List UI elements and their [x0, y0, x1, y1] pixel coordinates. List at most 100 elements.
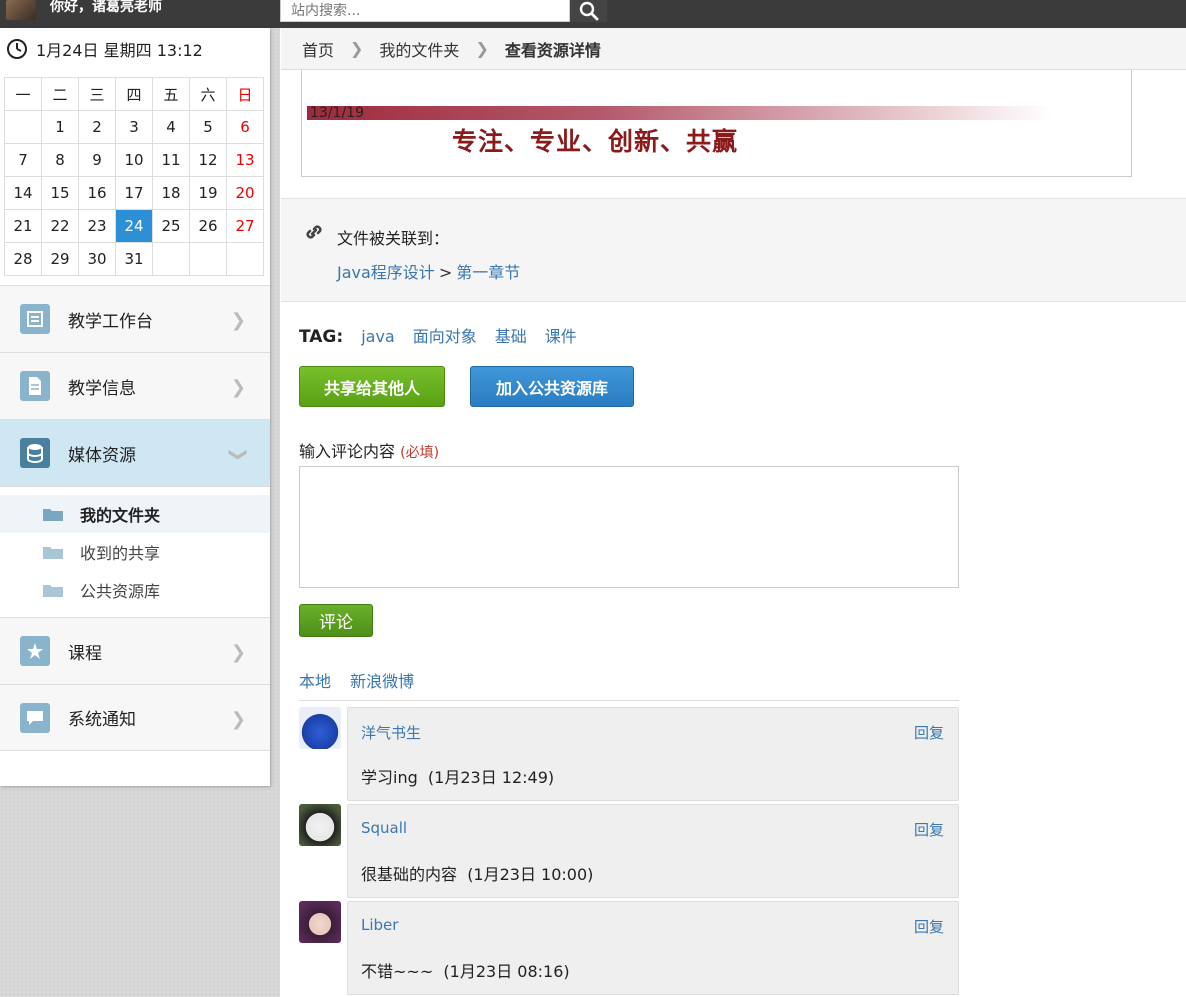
submenu-item-label: 我的文件夹	[80, 506, 161, 525]
breadcrumb: 首页 ❯ 我的文件夹 ❯ 查看资源详情	[281, 28, 1186, 70]
submenu-item-my-folder[interactable]: 我的文件夹	[0, 495, 270, 533]
avatar[interactable]	[299, 707, 341, 749]
sidebar-item-workbench[interactable]: 教学工作台 ❯	[0, 285, 270, 352]
comment-label: 输入评论内容 (必填)	[299, 438, 439, 462]
add-to-public-library-button[interactable]: 加入公共资源库	[470, 366, 634, 407]
reply-link[interactable]: 回复	[914, 916, 944, 937]
calendar-day[interactable]: 20	[226, 176, 264, 210]
share-button[interactable]: 共享给其他人	[299, 366, 445, 407]
avatar[interactable]	[299, 804, 341, 846]
required-marker: (必填)	[400, 445, 440, 461]
sidebar-item-label: 媒体资源	[68, 445, 136, 466]
sidebar-item-teaching-info[interactable]: 教学信息 ❯	[0, 352, 270, 419]
calendar-day[interactable]: 21	[4, 209, 42, 243]
comment-label-text: 输入评论内容	[299, 442, 396, 461]
calendar-day[interactable]: 6	[226, 110, 264, 144]
calendar-day[interactable]: 30	[78, 242, 116, 276]
tab-local[interactable]: 本地	[299, 672, 331, 691]
media-submenu: 我的文件夹 收到的共享 公共资源库	[0, 486, 270, 617]
user-avatar[interactable]	[6, 0, 36, 20]
sidebar-item-notifications[interactable]: 系统通知 ❯	[0, 684, 270, 751]
document-icon	[20, 371, 50, 401]
reply-link[interactable]: 回复	[914, 722, 944, 743]
calendar-day[interactable]: 23	[78, 209, 116, 243]
association-label: 文件被关联到：	[337, 229, 450, 248]
calendar-day[interactable]: 5	[189, 110, 227, 144]
folder-icon	[43, 509, 63, 521]
calendar-day[interactable]: 2	[78, 110, 116, 144]
calendar-day[interactable]: 26	[189, 209, 227, 243]
association-chapter-link[interactable]: 第一章节	[456, 263, 520, 282]
calendar-day[interactable]: 8	[41, 143, 79, 177]
calendar-day[interactable]: 25	[152, 209, 190, 243]
submenu-item-received-shares[interactable]: 收到的共享	[0, 533, 270, 571]
greeting-text: 你好，诸葛亮老师	[50, 0, 162, 15]
sidebar-item-course[interactable]: 课程 ❯	[0, 617, 270, 684]
sidebar-item-label: 系统通知	[68, 710, 136, 730]
top-bar: 你好，诸葛亮老师	[0, 0, 1186, 28]
calendar-day[interactable]: 13	[226, 143, 264, 177]
calendar-day[interactable]: 4	[152, 110, 190, 144]
calendar-weekday: 一	[4, 77, 42, 111]
calendar-weekday: 二	[41, 77, 79, 111]
calendar-day[interactable]: 19	[189, 176, 227, 210]
tag-link[interactable]: 面向对象	[413, 323, 477, 347]
calendar-day[interactable]: 11	[152, 143, 190, 177]
calendar-day[interactable]: 9	[78, 143, 116, 177]
calendar-empty-cell	[152, 242, 190, 276]
calendar-day[interactable]: 27	[226, 209, 264, 243]
calendar-day[interactable]: 10	[115, 143, 153, 177]
association-path: Java程序设计 > 第一章节	[337, 259, 520, 283]
calendar-day[interactable]: 15	[41, 176, 79, 210]
tag-link[interactable]: java	[361, 327, 395, 346]
calendar-day[interactable]: 18	[152, 176, 190, 210]
calendar-day[interactable]: 28	[4, 242, 42, 276]
submenu-item-label: 收到的共享	[80, 544, 161, 563]
search-button[interactable]	[570, 0, 607, 22]
breadcrumb-home[interactable]: 首页	[302, 37, 334, 61]
comment-user[interactable]: 洋气书生	[361, 722, 421, 743]
comment-content: 很基础的内容	[361, 865, 458, 884]
avatar[interactable]	[299, 901, 341, 943]
calendar-day[interactable]: 31	[115, 242, 153, 276]
calendar-day[interactable]: 22	[41, 209, 79, 243]
workbench-icon	[20, 304, 50, 334]
submenu-item-label: 公共资源库	[80, 582, 161, 601]
tag-list: TAG: java 面向对象 基础 课件	[299, 323, 595, 347]
association-course-link[interactable]: Java程序设计	[337, 263, 435, 282]
association-panel: 文件被关联到： Java程序设计 > 第一章节	[281, 198, 1186, 302]
calendar-day[interactable]: 29	[41, 242, 79, 276]
calendar-day[interactable]: 1	[41, 110, 79, 144]
tag-link[interactable]: 课件	[545, 323, 577, 347]
submenu-item-public-library[interactable]: 公共资源库	[0, 571, 270, 609]
tag-link[interactable]: 基础	[495, 323, 527, 347]
calendar-weekday: 日	[226, 77, 264, 111]
calendar-day[interactable]: 3	[115, 110, 153, 144]
calendar-day[interactable]: 16	[78, 176, 116, 210]
calendar-day[interactable]: 24	[115, 209, 153, 243]
comment-submit-button[interactable]: 评论	[299, 604, 373, 637]
folder-icon	[43, 547, 63, 559]
breadcrumb-folder[interactable]: 我的文件夹	[379, 37, 459, 61]
calendar-day[interactable]: 12	[189, 143, 227, 177]
chevron-right-icon: ❯	[230, 642, 246, 663]
chat-bubble-icon	[20, 702, 50, 733]
search-input[interactable]	[281, 0, 569, 21]
calendar-day[interactable]: 14	[4, 176, 42, 210]
comment-textarea[interactable]	[299, 466, 959, 588]
calendar-day[interactable]: 7	[4, 143, 42, 177]
sidebar: 1月24日 星期四 13:12 一二三四五六日 1 2 3 4 5 6 7 8 9 10 11 12 13…	[0, 28, 280, 997]
site-search[interactable]	[280, 0, 570, 22]
comment-user[interactable]: Liber	[361, 916, 398, 934]
calendar-weekday: 四	[115, 77, 153, 111]
reply-link[interactable]: 回复	[914, 819, 944, 840]
comment-content: 学习ing	[361, 768, 418, 787]
comment-body: Liber 回复 不错~~~ (1月23日 08:16)	[347, 901, 959, 995]
calendar-day[interactable]: 17	[115, 176, 153, 210]
tab-sina-weibo[interactable]: 新浪微博	[350, 672, 414, 691]
preview-banner	[307, 106, 1052, 120]
comment-user[interactable]: Squall	[361, 819, 407, 837]
sidebar-item-label: 课程	[68, 643, 102, 664]
sidebar-item-media[interactable]: 媒体资源 ❯	[0, 419, 270, 486]
calendar-weekday: 六	[189, 77, 227, 111]
